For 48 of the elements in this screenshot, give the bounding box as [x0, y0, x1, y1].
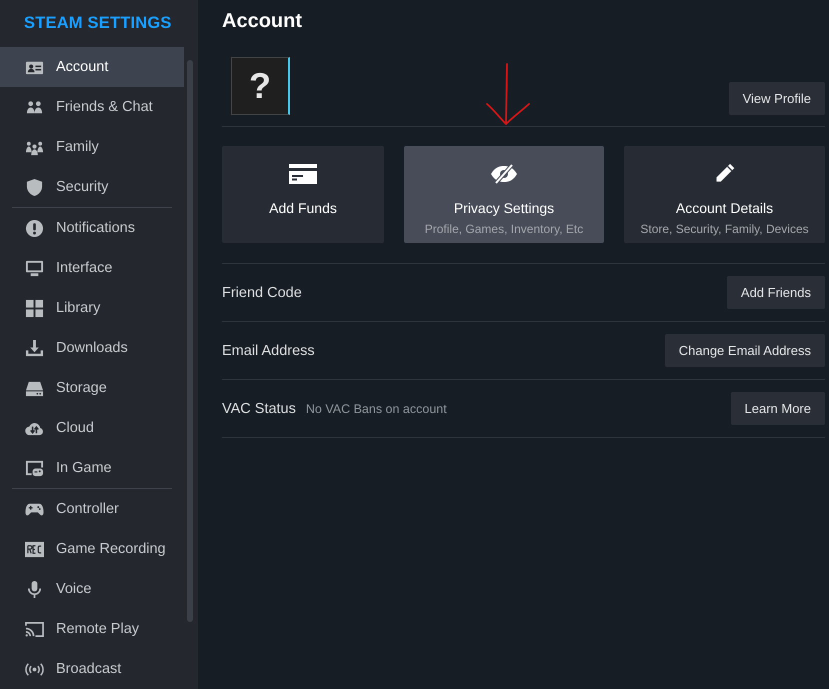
rec-icon [25, 540, 44, 558]
download-icon [25, 338, 44, 358]
sidebar-item[interactable]: Notifications [0, 208, 184, 248]
sidebar-item[interactable]: Library [0, 288, 184, 328]
sidebar-item[interactable]: Storage [0, 368, 184, 408]
option-card[interactable]: Privacy Settings Profile, Games, Inventory, Etc [404, 146, 604, 243]
exclamation-icon [25, 218, 44, 238]
row-label: Friend Code [222, 284, 302, 300]
card-title: Account Details [676, 200, 774, 216]
row-label: VAC Status [222, 400, 296, 416]
sidebar-item[interactable]: Broadcast [0, 649, 184, 689]
option-card[interactable]: Add Funds [222, 146, 384, 243]
row-button[interactable]: Learn More [730, 392, 825, 425]
sidebar-item[interactable]: Voice [0, 569, 184, 609]
sidebar-item[interactable]: Cloud [0, 408, 184, 448]
view-profile-button[interactable]: View Profile [728, 82, 825, 115]
microphone-icon [25, 580, 44, 598]
cast-icon [25, 620, 44, 638]
scrollbar[interactable] [187, 60, 193, 622]
grid-icon [25, 298, 44, 318]
sidebar-item[interactable]: Family [0, 127, 184, 167]
page-title: Account [222, 9, 303, 34]
sidebar-item[interactable]: Interface [0, 248, 184, 288]
shield-icon [25, 178, 44, 196]
sidebar-item[interactable]: Controller [0, 489, 184, 529]
row-detail: No VAC Bans on account [306, 402, 447, 416]
sidebar-item[interactable]: Remote Play [0, 609, 184, 649]
card-subtitle: Profile, Games, Inventory, Etc [424, 222, 584, 236]
credit-card-icon [289, 163, 317, 185]
monitor-icon [25, 258, 44, 278]
arrow-drawing [485, 63, 531, 127]
sidebar-item[interactable]: Downloads [0, 328, 184, 368]
avatar: ? [231, 57, 290, 115]
eye-slash-icon [490, 163, 518, 185]
row-label: Email Address [222, 342, 315, 358]
card-subtitle: Store, Security, Family, Devices [640, 222, 809, 236]
screen-controller-icon [25, 458, 44, 478]
sidebar-item[interactable]: Security [0, 167, 184, 207]
sidebar-title: STEAM SETTINGS [23, 13, 173, 34]
sidebar-item[interactable]: Friends & Chat [0, 87, 184, 127]
sidebar-item[interactable]: Account [0, 47, 184, 87]
row-button[interactable]: Add Friends [726, 276, 825, 309]
sidebar-item[interactable]: In Game [0, 448, 184, 488]
sidebar-item[interactable]: Game Recording [0, 529, 184, 569]
option-card[interactable]: Account Details Store, Security, Family, Devices [624, 146, 825, 243]
row-button[interactable]: Change Email Address [664, 334, 825, 367]
card-title: Add Funds [269, 200, 337, 216]
card-title: Privacy Settings [454, 200, 554, 216]
